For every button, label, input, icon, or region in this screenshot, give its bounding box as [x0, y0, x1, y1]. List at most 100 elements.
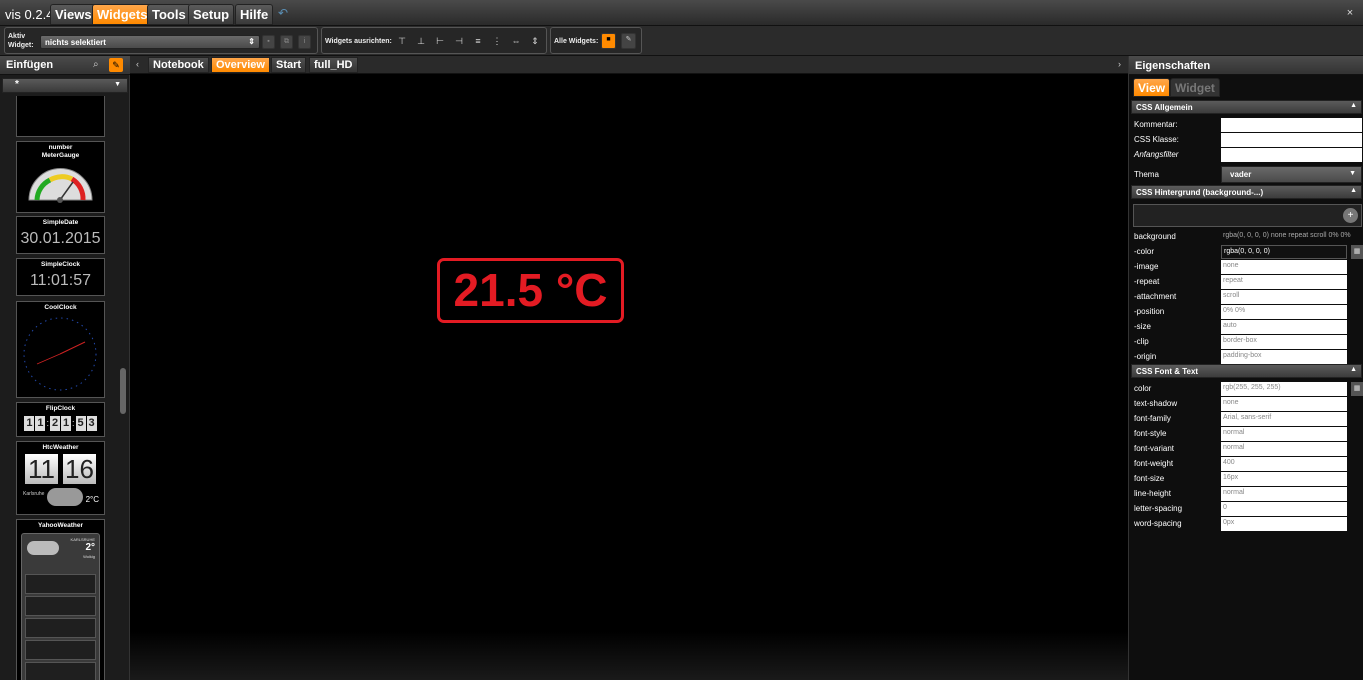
align-left-icon[interactable]: ⊢ [435, 35, 445, 47]
tab-full-hd[interactable]: full_HD [309, 57, 358, 73]
property-row: background rgba(0, 0, 0, 0) none repeat s… [1131, 229, 1362, 244]
lock-icon[interactable]: ■ [601, 33, 616, 49]
delete-icon[interactable]: ▪ [262, 35, 275, 49]
forecast-row [25, 662, 96, 680]
search-icon[interactable]: ⌕ [93, 59, 99, 70]
widget-filter-select[interactable]: * ▼ [2, 78, 128, 93]
flip-digits: 1 1 : 2 1 : 5 3 [17, 416, 104, 431]
property-value-input[interactable]: 0% 0% [1221, 305, 1347, 319]
align-hcenter-icon[interactable]: ⋮ [492, 35, 502, 47]
widget-card-yahooweather[interactable]: YahooWeather KARLSRUHE 2° Wolkig [16, 519, 105, 680]
menu-tab-tools[interactable]: Tools [147, 4, 191, 25]
background-picker[interactable]: + [1133, 204, 1362, 227]
temperature-widget[interactable]: 21.5 °C [437, 258, 624, 323]
distribute-h-icon[interactable]: ⇔ [511, 35, 521, 47]
menu-tab-hilfe[interactable]: Hilfe [235, 4, 274, 25]
tab-notebook[interactable]: Notebook [148, 57, 209, 73]
property-value-input[interactable]: auto [1221, 320, 1347, 334]
section-css-font[interactable]: CSS Font & Text ▲ [1131, 364, 1362, 378]
copy-icon[interactable]: ⧉ [280, 35, 293, 49]
property-value-input[interactable]: 16px [1221, 472, 1347, 486]
pin-icon[interactable]: ✎ [109, 58, 123, 72]
app-title: vis 0.2.4 [5, 7, 54, 22]
chevron-right-icon[interactable]: › [1118, 59, 1121, 69]
property-label: line-height [1134, 489, 1171, 498]
menu-tab-views[interactable]: Views [50, 4, 97, 25]
close-icon[interactable]: × [1343, 6, 1357, 20]
property-value-input[interactable]: border-box [1221, 335, 1347, 349]
active-widget-select[interactable]: nichts selektiert ⇕ [40, 35, 260, 49]
property-label: -color [1134, 247, 1155, 256]
chevron-up-icon: ▲ [1350, 187, 1357, 194]
active-widget-label-2: Widget: [8, 42, 34, 49]
property-value-input[interactable] [1221, 118, 1362, 132]
widget-card-simpledate[interactable]: SimpleDate 30.01.2015 [16, 216, 105, 254]
edit-icon[interactable]: ✎ [621, 33, 636, 49]
section-css-background[interactable]: CSS Hintergrund (background-...) ▲ [1131, 185, 1362, 199]
property-value-input[interactable]: 0 [1221, 502, 1347, 516]
align-bottom-icon[interactable]: ⊥ [416, 35, 426, 47]
theme-select[interactable]: vader ▼ [1221, 166, 1362, 183]
property-value-input[interactable]: none [1221, 260, 1347, 274]
add-icon[interactable]: + [1343, 208, 1358, 223]
align-right-icon[interactable]: ⊣ [454, 35, 464, 47]
align-top-icon[interactable]: ⊤ [397, 35, 407, 47]
theme-value: vader [1230, 170, 1252, 179]
property-value-input[interactable]: 0px [1221, 517, 1347, 531]
widget-card-coolclock[interactable]: CoolClock [16, 301, 105, 398]
widget-card-htcweather[interactable]: HtcWeather 11 16 Karlsruhe 2°C [16, 441, 105, 515]
property-value-input[interactable]: normal [1221, 442, 1347, 456]
chevron-updown-icon: ⇕ [248, 37, 255, 46]
palette-scrollbar[interactable] [120, 368, 126, 414]
chevron-up-icon: ▲ [1350, 366, 1357, 373]
property-value-input[interactable] [1221, 148, 1362, 162]
property-row: -position 0% 0% [1131, 304, 1362, 319]
property-value-input[interactable]: rgba(0, 0, 0, 0) none repeat scroll 0% 0… [1221, 230, 1362, 244]
chevron-down-icon: ▼ [114, 81, 121, 88]
section-css-general[interactable]: CSS Allgemein ▲ [1131, 100, 1362, 114]
undo-icon[interactable]: ↶ [278, 6, 294, 20]
menu-tab-setup[interactable]: Setup [188, 4, 235, 25]
property-value-input[interactable]: repeat [1221, 275, 1347, 289]
property-value-input[interactable]: scroll [1221, 290, 1347, 304]
widget-name: CoolClock [44, 304, 77, 311]
property-value-input[interactable]: Arial, sans-serif [1221, 412, 1347, 426]
property-row: letter-spacing 0 [1131, 501, 1362, 516]
property-label: CSS Klasse: [1134, 135, 1179, 144]
widget-card-simpleclock[interactable]: SimpleClock 11:01:57 [16, 258, 105, 296]
widget-card-partial[interactable] [16, 96, 105, 137]
property-label: background [1134, 232, 1176, 241]
distribute-v-icon[interactable]: ⇕ [530, 35, 540, 47]
chevron-up-icon: ▲ [1350, 102, 1357, 109]
tab-widget[interactable]: Widget [1170, 78, 1220, 97]
property-label: -origin [1134, 352, 1157, 361]
menu-tab-widgets[interactable]: Widgets [92, 4, 153, 25]
widget-card-metergauge[interactable]: number MeterGauge [16, 141, 105, 213]
tab-overview[interactable]: Overview [211, 57, 270, 73]
property-label: Kommentar: [1134, 120, 1178, 129]
view-canvas[interactable]: 21.5 °C [130, 75, 1128, 680]
property-value-input[interactable]: none [1221, 397, 1347, 411]
palette-title: Einfügen [6, 59, 54, 71]
tab-view[interactable]: View [1133, 78, 1171, 97]
property-value-input[interactable]: normal [1221, 487, 1347, 501]
chevron-left-icon[interactable]: ‹ [136, 59, 139, 69]
property-value-input[interactable]: 400 [1221, 457, 1347, 471]
color-picker-icon[interactable]: ▦ [1351, 245, 1363, 259]
property-label: letter-spacing [1134, 504, 1183, 513]
widget-name: HtcWeather [42, 444, 79, 451]
property-value-input[interactable]: rgba(0, 0, 0, 0) [1221, 245, 1347, 259]
property-value-input[interactable]: padding-box [1221, 350, 1347, 364]
info-icon[interactable]: i [298, 35, 311, 49]
widget-card-flipclock[interactable]: FlipClock 1 1 : 2 1 : 5 3 [16, 402, 105, 437]
theme-row: Thema vader ▼ [1131, 166, 1362, 183]
align-vcenter-icon[interactable]: ≡ [473, 35, 483, 47]
property-value-input[interactable]: rgb(255, 255, 255) [1221, 382, 1347, 396]
section-title: CSS Hintergrund (background-...) [1136, 188, 1264, 197]
color-picker-icon[interactable]: ▦ [1351, 382, 1363, 396]
property-value-input[interactable]: normal [1221, 427, 1347, 441]
property-label: Anfangsfilter [1134, 150, 1179, 159]
property-value-input[interactable] [1221, 133, 1362, 147]
tab-start[interactable]: Start [271, 57, 307, 73]
flip-digit: 1 [35, 416, 46, 431]
